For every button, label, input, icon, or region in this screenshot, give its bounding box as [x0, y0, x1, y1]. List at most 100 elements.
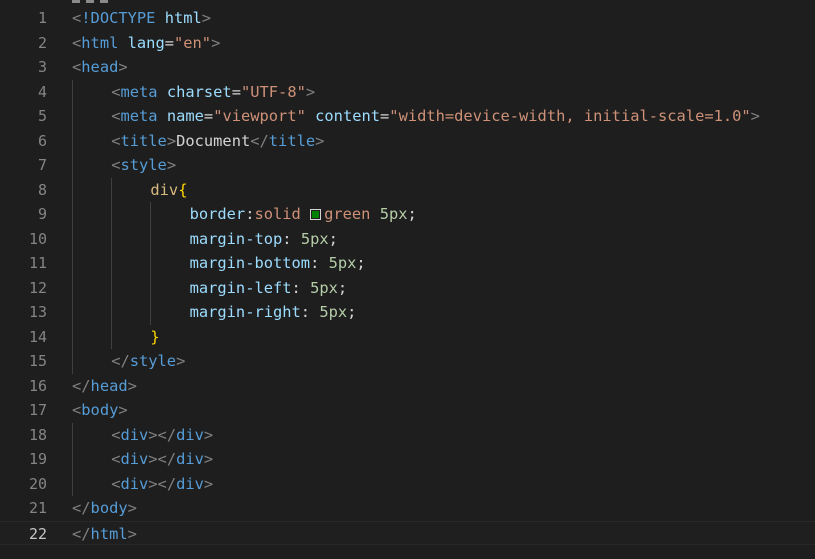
code-line[interactable]: 15 </style>: [0, 349, 815, 374]
code-text[interactable]: <div></div>: [111, 423, 213, 448]
token-tag: div: [120, 425, 149, 444]
code-text[interactable]: <style>: [111, 153, 176, 178]
code-text[interactable]: }: [150, 325, 159, 350]
code-line[interactable]: 1 <!DOCTYPE html>: [0, 6, 815, 31]
code-text[interactable]: div{: [150, 178, 187, 203]
token-pun: >: [203, 450, 214, 468]
token-pun: >: [305, 82, 316, 101]
token-tag: style: [120, 156, 167, 174]
code-line[interactable]: 10 margin-top: 5px;: [0, 227, 815, 252]
code-line[interactable]: 7 <style>: [0, 153, 815, 178]
token-txt: ;: [328, 229, 338, 248]
token-tag: html: [81, 33, 119, 52]
token-attr: content: [315, 107, 381, 125]
code-line[interactable]: 16 </head>: [0, 374, 815, 399]
code-line[interactable]: 17 <body>: [0, 398, 815, 423]
code-text[interactable]: <head>: [72, 55, 128, 80]
code-text[interactable]: <body>: [72, 398, 128, 423]
line-number: 15: [28, 352, 47, 370]
code-line[interactable]: 6 <title>Document</title>: [0, 129, 815, 154]
code-line[interactable]: 8 div{: [0, 178, 815, 203]
code-line[interactable]: 22 </html>: [0, 520, 815, 547]
token-pun: >: [118, 58, 128, 76]
code-text[interactable]: </body>: [72, 496, 137, 521]
line-number: 14: [28, 327, 47, 346]
token-prop: border: [189, 205, 246, 223]
color-swatch-icon[interactable]: [310, 209, 322, 220]
code-line[interactable]: 18 <div></div>: [0, 423, 815, 448]
line-number: 18: [28, 425, 47, 444]
token-tag: title: [268, 131, 316, 150]
token-txt: ;: [356, 254, 366, 272]
token-tag: head: [90, 376, 128, 395]
code-text[interactable]: <!DOCTYPE html>: [72, 6, 211, 31]
token-tag: meta: [120, 107, 158, 125]
code-text[interactable]: border:solid green 5px;: [190, 202, 417, 227]
token-pun: >: [176, 352, 186, 370]
code-text[interactable]: </style>: [111, 349, 185, 374]
code-line[interactable]: 19 <div></div>: [0, 447, 815, 472]
token-txt: =: [380, 107, 390, 125]
token-num: 5px: [328, 254, 357, 272]
token-tag: style: [129, 352, 177, 370]
code-line[interactable]: 12 margin-left: 5px;: [0, 276, 815, 301]
line-number: 10: [28, 229, 47, 248]
code-text[interactable]: margin-bottom: 5px;: [190, 251, 366, 276]
token-pun: >: [203, 425, 214, 444]
token-tag: html: [90, 524, 128, 543]
token-pun: </: [250, 131, 269, 150]
token-txt: :: [291, 278, 311, 297]
line-number: 16: [28, 376, 47, 395]
code-text[interactable]: <div></div>: [111, 447, 213, 472]
code-line[interactable]: 2 <html lang="en">: [0, 31, 815, 56]
code-text[interactable]: <meta name="viewport" content="width=dev…: [111, 104, 760, 129]
code-editor[interactable]: 1 <!DOCTYPE html> 2 <html lang="en"> 3 <head>…: [0, 0, 815, 559]
token-tag: meta: [120, 82, 158, 101]
token-pun: >: [166, 131, 177, 150]
token-pun: >: [201, 9, 212, 27]
code-line[interactable]: 9 border:solid green 5px;: [0, 202, 815, 227]
code-text[interactable]: <html lang="en">: [72, 31, 220, 56]
code-line[interactable]: 14}: [0, 325, 815, 350]
token-num: 5px: [310, 278, 338, 297]
code-line[interactable]: 20 <div></div>: [0, 472, 815, 497]
token-pun: </: [72, 524, 91, 543]
token-sel: div: [150, 180, 179, 199]
code-text[interactable]: margin-right: 5px;: [190, 300, 357, 325]
code-text[interactable]: <meta charset="UTF-8">: [111, 80, 315, 105]
token-str: "en": [174, 33, 212, 52]
scrolled-line-fragment: [72, 0, 152, 5]
code-line[interactable]: 13 margin-right: 5px;: [0, 300, 815, 325]
line-number: 12: [28, 278, 47, 297]
code-text[interactable]: <div></div>: [111, 472, 213, 497]
token-tag: head: [81, 58, 119, 76]
code-text[interactable]: </html>: [72, 522, 137, 547]
code-text[interactable]: margin-left: 5px;: [190, 276, 348, 301]
line-number: 8: [37, 180, 47, 199]
code-text[interactable]: </head>: [72, 374, 137, 399]
token-txt: :: [282, 229, 301, 248]
token-txt: ;: [347, 303, 357, 321]
token-txt: Document: [176, 131, 251, 150]
token-pun: </: [72, 499, 91, 517]
token-pun: >: [127, 499, 137, 517]
token-tag: div: [176, 425, 204, 444]
code-text[interactable]: <title>Document</title>: [111, 129, 324, 154]
code-line[interactable]: 11 margin-bottom: 5px;: [0, 251, 815, 276]
line-number: 20: [28, 474, 47, 493]
token-pun: <: [72, 9, 82, 27]
token-pun: >: [127, 376, 137, 395]
line-number: 2: [37, 33, 47, 52]
token-tag: div: [120, 474, 149, 493]
token-tag: div: [176, 450, 204, 468]
token-pun: <: [72, 401, 82, 419]
code-line[interactable]: 4 <meta charset="UTF-8">: [0, 80, 815, 105]
code-line[interactable]: 21 </body>: [0, 496, 815, 521]
code-line[interactable]: 5 <meta name="viewport" content="width=de…: [0, 104, 815, 129]
code-text[interactable]: margin-top: 5px;: [190, 227, 338, 252]
token-num: 5px: [300, 229, 329, 248]
code-line[interactable]: 3 <head>: [0, 55, 815, 80]
